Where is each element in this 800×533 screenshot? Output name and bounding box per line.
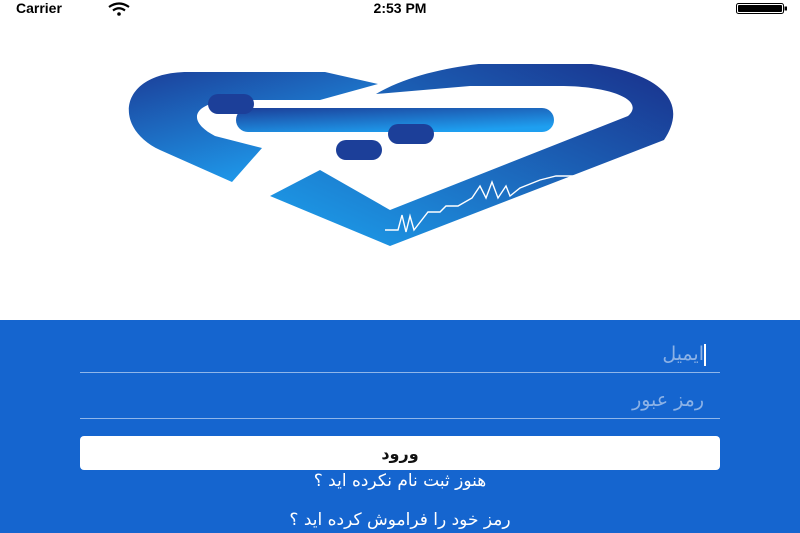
register-link[interactable]: هنوز ثبت نام نکرده اید ؟ [0, 471, 800, 491]
password-field[interactable] [80, 382, 720, 418]
password-field-container [80, 382, 720, 419]
status-bar: Carrier 2:53 PM [0, 0, 800, 18]
login-button[interactable]: ورود [80, 436, 720, 470]
login-panel: ورود هنوز ثبت نام نکرده اید ؟ رمز خود را… [0, 320, 800, 533]
status-time: 2:53 PM [373, 0, 427, 16]
email-field[interactable] [80, 336, 720, 372]
heart-pulse-logo [128, 64, 674, 246]
email-field-container [80, 336, 720, 373]
forgot-password-link[interactable]: رمز خود را فراموش کرده اید ؟ [0, 510, 800, 530]
text-caret [704, 344, 706, 366]
battery-icon [736, 3, 787, 14]
